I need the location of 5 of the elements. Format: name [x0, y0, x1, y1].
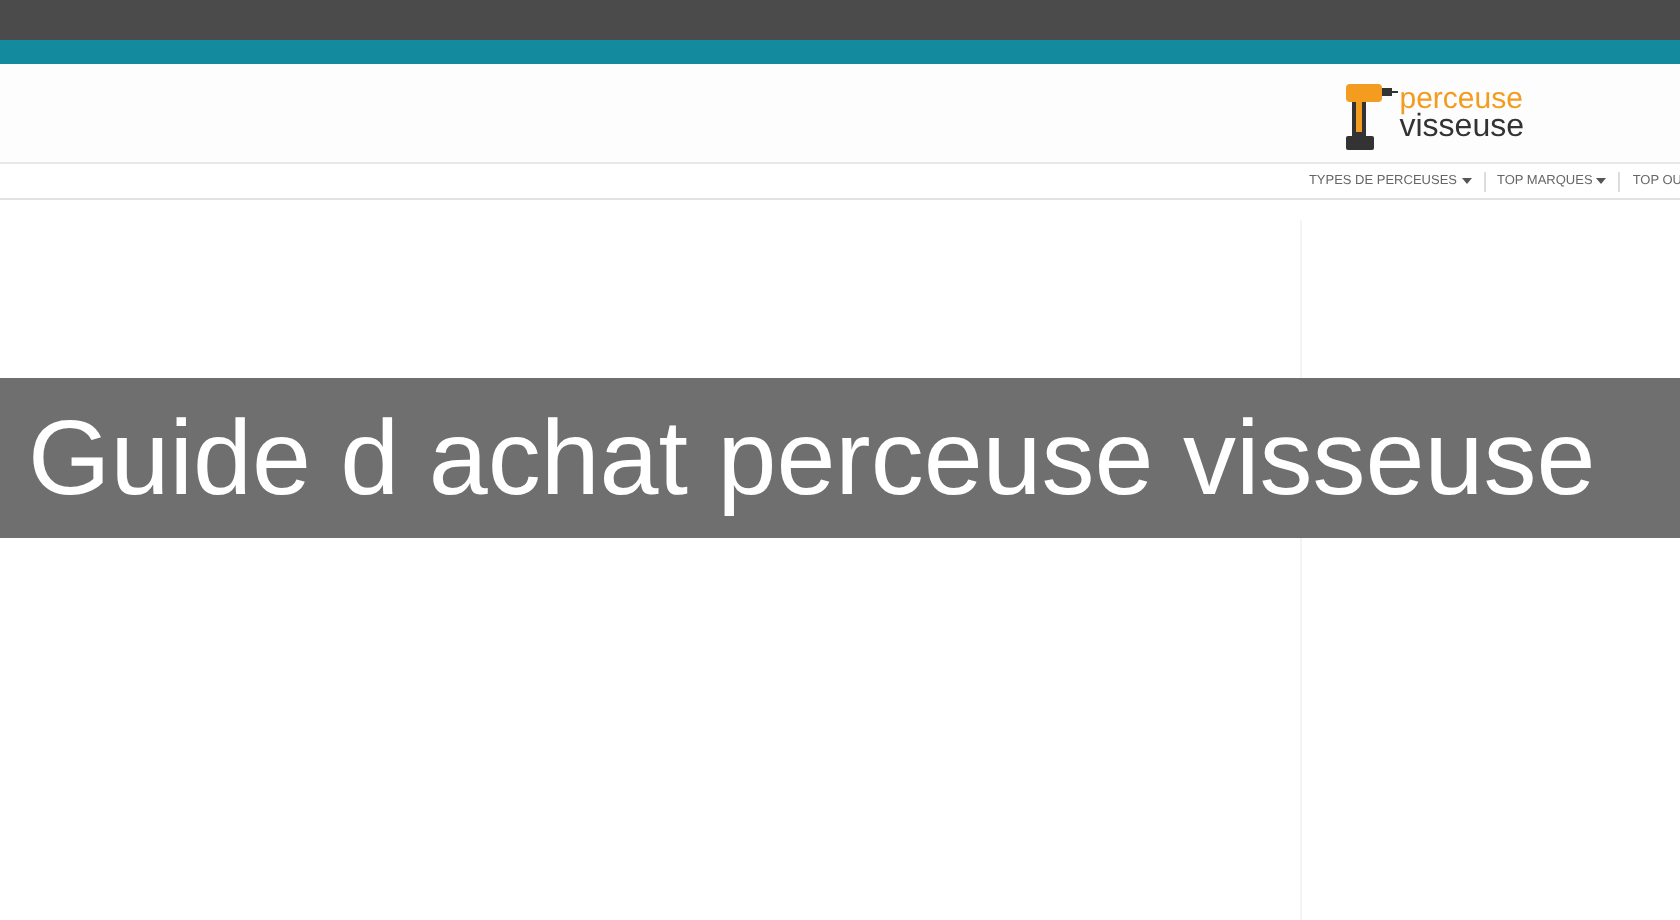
caret-icon	[1461, 178, 1471, 184]
logo-text: visseuse	[1399, 113, 1524, 141]
banner-title: Guide d achat perceuse visseuse	[28, 397, 1596, 519]
logo-text: perceuse	[1399, 85, 1524, 113]
caret-icon	[1596, 178, 1607, 184]
